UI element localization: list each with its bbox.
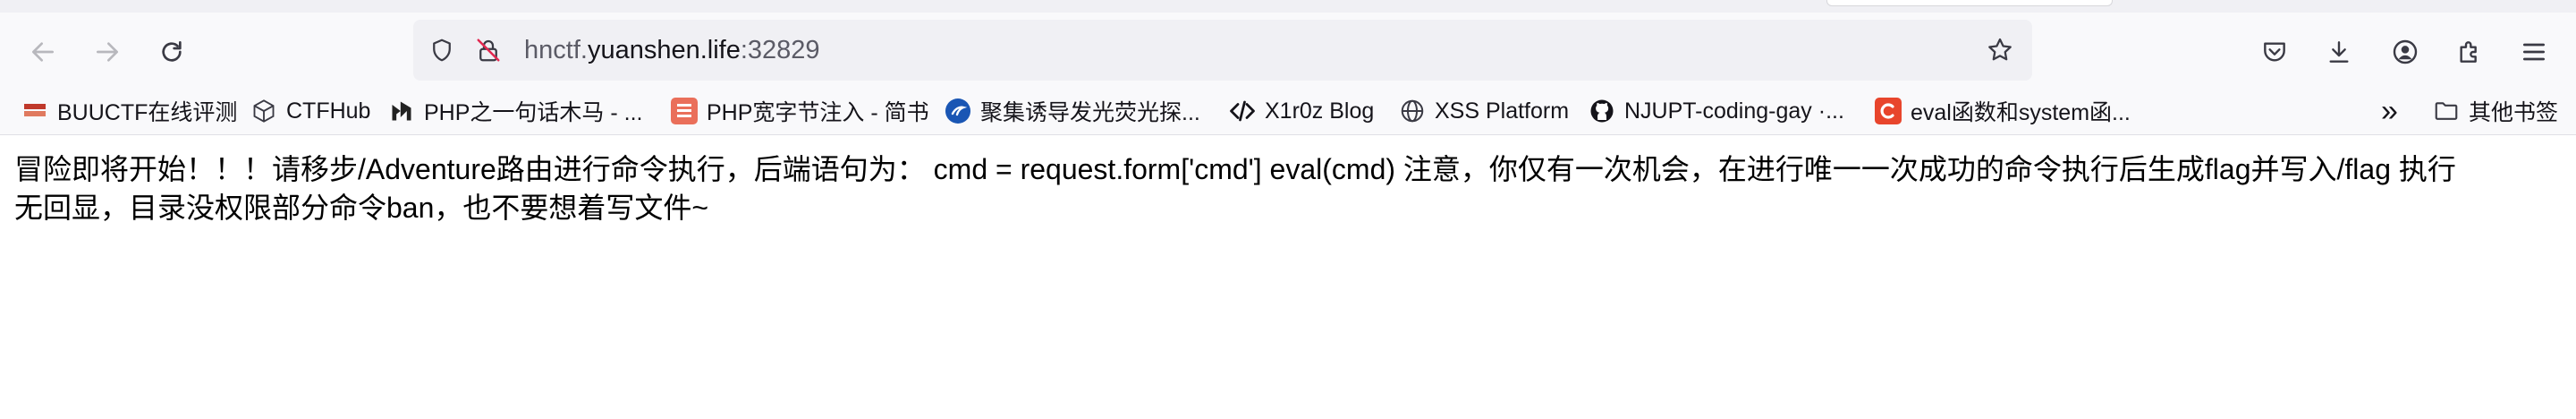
- download-icon: [2325, 38, 2353, 66]
- other-bookmarks-label: 其他书签: [2469, 100, 2559, 125]
- back-arrow-icon: [29, 38, 57, 66]
- blue-circle-favicon-icon: [945, 98, 971, 124]
- url-domain: yuanshen.life: [587, 36, 741, 64]
- bookmark-label: BUUCTF在线评测: [57, 100, 238, 125]
- bookmark-label: eval函数和system函...: [1911, 100, 2131, 125]
- bookmark-php-webshell[interactable]: PHP之一句话木马 - ...: [388, 88, 642, 134]
- bookmark-label: NJUPT-coding-gay ·...: [1624, 98, 1844, 124]
- bookmark-label: PHP宽字节注入 - 简书: [707, 100, 929, 125]
- insecure-lock-icon[interactable]: [472, 34, 504, 66]
- code-brackets-icon: [1229, 98, 1256, 124]
- menu-button[interactable]: [2512, 30, 2555, 73]
- extensions-icon: [2455, 38, 2484, 66]
- bookmark-buuctf[interactable]: BUUCTF在线评测: [21, 88, 237, 134]
- navigation-toolbar: hnctf.yuanshen.life:32829: [0, 13, 2576, 88]
- bookmark-star-button[interactable]: [1984, 34, 2016, 66]
- bookmark-njupt-coding[interactable]: NJUPT-coding-gay ·...: [1589, 88, 1844, 134]
- bookmarks-toolbar: BUUCTF在线评测 CTFHub PHP之一句话木马 - ... PHP宽字节…: [0, 88, 2576, 135]
- pocket-button[interactable]: [2253, 30, 2296, 73]
- bookmark-label: XSS Platform: [1435, 98, 1570, 124]
- bookmark-ctfhub[interactable]: CTFHub: [250, 88, 370, 134]
- forward-button[interactable]: [86, 30, 129, 73]
- bookmark-label: PHP之一句话木马 - ...: [424, 100, 643, 125]
- bookmarks-overflow-button[interactable]: »: [2381, 88, 2398, 134]
- forward-arrow-icon: [93, 38, 122, 66]
- account-icon: [2391, 38, 2419, 66]
- bookmark-eval-system[interactable]: eval函数和system函...: [1875, 88, 2131, 134]
- bookmark-x1r0z-blog[interactable]: X1r0z Blog: [1229, 88, 1374, 134]
- globe-icon: [1399, 98, 1426, 124]
- folder-icon: [2433, 98, 2460, 124]
- bookmark-php-wide-byte[interactable]: PHP宽字节注入 - 简书: [671, 88, 929, 134]
- buuctf-favicon-icon: [21, 98, 48, 124]
- ctfhub-cube-icon: [250, 98, 277, 124]
- bookmark-fluorescent-probe[interactable]: 聚集诱导发光荧光探...: [945, 88, 1200, 134]
- url-text[interactable]: hnctf.yuanshen.life:32829: [524, 20, 820, 81]
- url-host-prefix: hnctf.: [524, 36, 588, 64]
- menu-icon: [2520, 38, 2548, 66]
- address-bar[interactable]: hnctf.yuanshen.life:32829: [413, 20, 2032, 81]
- challenge-text-line-1: 冒险即将开始！！！请移步/Adventure路由进行命令执行，后端语句为： cm…: [14, 153, 2456, 185]
- slash-logo-icon: [388, 98, 415, 124]
- back-button[interactable]: [21, 30, 64, 73]
- challenge-text-line-2: 无回显，目录没权限部分命令ban，也不要想着写文件~: [14, 192, 709, 224]
- reload-button[interactable]: [150, 30, 193, 73]
- bookmark-label: X1r0z Blog: [1265, 98, 1375, 124]
- downloads-button[interactable]: [2318, 30, 2360, 73]
- other-bookmarks-folder[interactable]: 其他书签: [2433, 88, 2558, 134]
- bookmark-label: 聚集诱导发光荧光探...: [980, 100, 1200, 125]
- page-content: 冒险即将开始！！！请移步/Adventure路由进行命令执行，后端语句为： cm…: [14, 150, 2555, 227]
- account-button[interactable]: [2384, 30, 2427, 73]
- tab-strip: [0, 0, 2576, 13]
- pocket-icon: [2260, 38, 2289, 66]
- star-icon: [1986, 36, 2014, 64]
- reload-icon: [157, 38, 186, 66]
- bookmark-label: CTFHub: [286, 98, 371, 124]
- shield-icon[interactable]: [426, 34, 458, 66]
- url-port: :32829: [740, 36, 820, 64]
- chevrons-right-icon: »: [2381, 93, 2398, 128]
- extensions-button[interactable]: [2448, 30, 2491, 73]
- c-favicon-icon: [1875, 98, 1902, 124]
- active-tab-edge[interactable]: [1826, 0, 2113, 6]
- jianshu-favicon-icon: [671, 98, 698, 124]
- bookmark-xss-platform[interactable]: XSS Platform: [1399, 88, 1569, 134]
- github-icon: [1589, 98, 1615, 124]
